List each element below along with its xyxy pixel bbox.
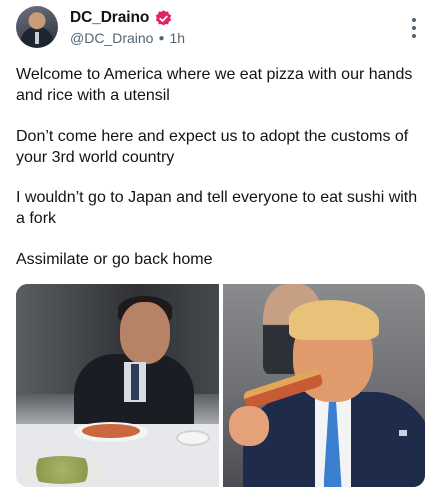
display-name[interactable]: DC_Draino — [70, 9, 149, 27]
timestamp[interactable]: 1h — [170, 30, 186, 46]
post-paragraph: Welcome to America where we eat pizza wi… — [16, 66, 413, 104]
media-grid — [16, 284, 425, 487]
photo-trump-eating-pizza[interactable] — [222, 284, 425, 487]
verified-badge-icon — [156, 9, 172, 26]
post-text: Welcome to America where we eat pizza wi… — [16, 64, 421, 289]
handle[interactable]: @DC_Draino — [70, 30, 153, 46]
post-header: DC_Draino @DC_Draino ● 1h — [16, 6, 425, 50]
more-vertical-icon[interactable] — [409, 16, 419, 40]
name-row: DC_Draino — [70, 8, 173, 28]
photo-man-eating-pizza[interactable] — [16, 284, 219, 487]
post-paragraph: Don’t come here and expect us to adopt t… — [16, 127, 409, 166]
separator-dot: ● — [158, 32, 165, 44]
avatar[interactable] — [16, 6, 58, 48]
meta-row: @DC_Draino ● 1h — [70, 30, 185, 46]
post-paragraph: I wouldn’t go to Japan and tell everyone… — [16, 189, 418, 227]
post-paragraph: Assimilate or go back home — [16, 250, 213, 268]
